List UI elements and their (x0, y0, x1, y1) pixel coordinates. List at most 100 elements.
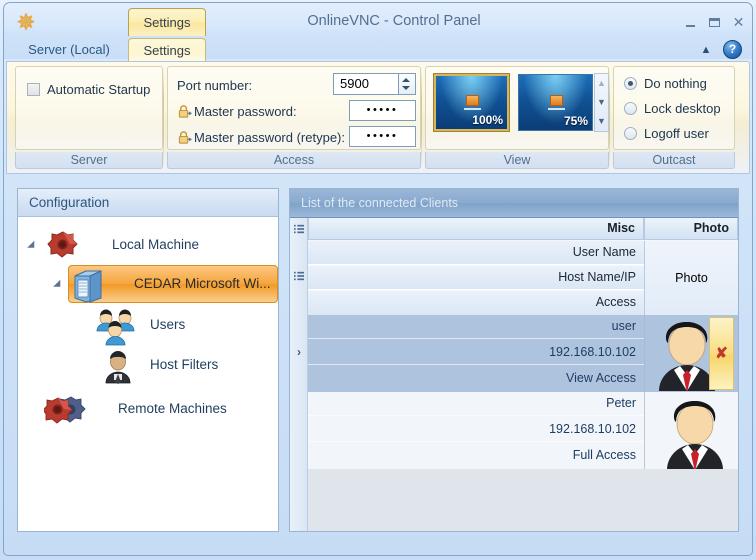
tree-item-cedar[interactable]: CEDAR Microsoft Wi... (68, 264, 278, 304)
tree-item-local-machine[interactable]: Local Machine (30, 225, 270, 265)
table-row[interactable]: ✘ user 192.168.10.102 View Access (308, 315, 738, 392)
grid-rows-icon (293, 271, 304, 281)
scroll-up-icon[interactable]: ▲ (595, 74, 608, 92)
close-button[interactable]: ✕ (730, 15, 747, 30)
row-photo-cell: ✘ (644, 315, 738, 392)
minimize-button[interactable] (682, 15, 699, 30)
view-thumbnail-100[interactable]: 100% (433, 73, 510, 132)
row-header-1[interactable]: › (290, 315, 308, 392)
outcast-option-logoff-user-label: Logoff user (644, 126, 709, 141)
tab-settings-label: Settings (143, 43, 191, 58)
field-label-user-name: User Name (308, 241, 644, 265)
tab-server-local[interactable]: Server (Local) (14, 38, 124, 62)
red-gear-icon (47, 231, 78, 258)
master-password-retype-label: Master password (retype): (194, 130, 345, 145)
outcast-option-lock-desktop-label: Lock desktop (644, 101, 721, 116)
master-password-retype-row: Master password (retype): (177, 127, 345, 151)
caption-settings-tab[interactable]: Settings (128, 8, 206, 36)
outcast-option-lock-desktop[interactable]: Lock desktop (624, 101, 721, 121)
configuration-header: Configuration (18, 189, 278, 217)
master-password-retype-input[interactable]: ••••• (349, 126, 416, 147)
cell-user-name: Peter (308, 392, 644, 416)
ribbon-group-access-label: Access (167, 152, 421, 169)
stepper-down-icon[interactable] (402, 86, 410, 90)
minimize-icon (686, 25, 695, 27)
close-icon: ✕ (732, 14, 745, 30)
view-gallery-scrollbar[interactable]: ▲ ▼ ▼ (594, 73, 609, 132)
column-header-photo[interactable]: Photo (644, 218, 738, 240)
delete-x-icon: ✘ (715, 344, 728, 362)
port-number-input[interactable]: 5900 (333, 73, 399, 95)
port-number-row: Port number: (177, 75, 252, 99)
tree-item-host-filters[interactable]: Host Filters (94, 345, 274, 385)
group-separator (609, 68, 610, 166)
view-thumbnail-100-label: 100% (472, 113, 503, 127)
help-icon: ? (728, 42, 737, 56)
automatic-startup-checkbox[interactable]: Automatic Startup (27, 82, 150, 100)
master-password-label: Master password: (194, 104, 297, 119)
outcast-option-logoff-user[interactable]: Logoff user (624, 126, 709, 146)
tree-item-users-label: Users (150, 317, 186, 332)
ribbon-group-outcast-label: Outcast (613, 152, 735, 169)
grid-field-header-gutter[interactable] (290, 241, 308, 315)
grid-rows-icon (293, 224, 304, 234)
ribbon-group-access-body: Port number: 5900 Master password: ••••• (167, 66, 421, 150)
outcast-option-do-nothing-label: Do nothing (644, 76, 707, 91)
monitor-icon (547, 94, 565, 110)
view-thumbnail-75-label: 75% (563, 114, 588, 128)
table-row[interactable]: Peter 192.168.10.102 Full Access (308, 392, 738, 470)
scroll-down-icon[interactable]: ▼ (595, 93, 608, 111)
grid-empty-area (308, 469, 738, 531)
cell-access: View Access (566, 371, 636, 385)
row-photo-cell (644, 392, 738, 470)
title-bar: ✵ Settings OnlineVNC - Control Panel ✕ (4, 3, 752, 39)
person-avatar-icon (667, 401, 723, 470)
person-filter-icon (105, 351, 131, 384)
delete-row-button[interactable]: ✘ (709, 317, 734, 390)
master-password-row: Master password: (177, 101, 297, 125)
field-label-host-name: Host Name/IP (308, 266, 644, 290)
ribbon-group-outcast-body: Do nothing Lock desktop Logoff user (613, 66, 735, 150)
port-number-stepper[interactable] (399, 73, 416, 95)
ribbon-group-view-body: 100% 75% ▲ ▼ ▼ (425, 66, 609, 150)
row-header-2[interactable] (290, 392, 308, 469)
expander-icon[interactable] (56, 280, 66, 290)
current-row-indicator: › (297, 345, 301, 359)
expander-icon[interactable] (30, 241, 40, 251)
stepper-up-icon[interactable] (402, 78, 410, 82)
scroll-more-icon[interactable]: ▼ (595, 112, 608, 130)
grid-gutter-filler (290, 469, 308, 531)
radio-icon (624, 127, 637, 140)
ribbon: Automatic Startup Server Port number: 59… (6, 61, 750, 174)
column-header-misc[interactable]: Misc (308, 218, 644, 240)
group-separator (163, 68, 164, 166)
lock-icon (178, 105, 192, 118)
outcast-option-do-nothing[interactable]: Do nothing (624, 76, 707, 96)
radio-icon (624, 102, 637, 115)
maximize-icon (709, 18, 720, 27)
view-thumbnail-75[interactable]: 75% (518, 74, 593, 131)
grid-corner-header[interactable] (290, 218, 308, 241)
ribbon-group-outcast: Do nothing Lock desktop Logoff user Outc… (613, 66, 735, 169)
field-label-access: Access (308, 291, 644, 315)
checkbox-icon (27, 83, 40, 96)
cell-host: 192.168.10.102 (308, 341, 644, 365)
cell-access: Full Access (572, 448, 636, 462)
port-number-label: Port number: (177, 78, 253, 93)
tab-server-local-label: Server (Local) (28, 42, 110, 57)
clients-grid-caption-label: List of the connected Clients (301, 196, 459, 210)
configuration-header-label: Configuration (29, 195, 110, 210)
tab-settings[interactable]: Settings (128, 38, 206, 62)
tree-item-remote-machines[interactable]: Remote Machines (44, 389, 264, 429)
application-window: ✵ Settings OnlineVNC - Control Panel ✕ S… (0, 0, 756, 560)
help-button[interactable]: ? (723, 40, 742, 59)
ribbon-group-server-label: Server (15, 152, 163, 169)
page-title: OnlineVNC - Control Panel (307, 13, 481, 29)
tree-item-users[interactable]: Users (94, 305, 274, 346)
ribbon-tab-strip: Server (Local) Settings ▲ ? (4, 37, 752, 62)
configuration-panel: Configuration Local Machine CEDAR Micros… (17, 188, 279, 532)
master-password-input[interactable]: ••••• (349, 100, 416, 121)
tree-item-local-machine-label: Local Machine (112, 237, 200, 252)
maximize-button[interactable] (706, 15, 723, 30)
chevron-up-icon[interactable]: ▲ (698, 42, 714, 58)
